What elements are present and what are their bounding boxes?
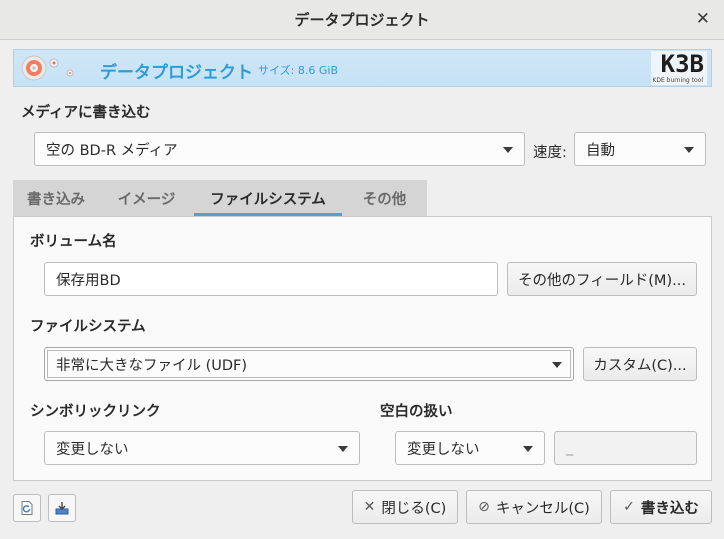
media-select[interactable]: 空の BD-R メディア xyxy=(34,132,525,166)
more-fields-button[interactable]: その他のフィールド(M)... xyxy=(507,262,697,296)
filesystem-select[interactable]: 非常に大きなファイル (UDF) xyxy=(44,347,574,381)
whitespace-heading: 空白の扱い xyxy=(380,404,453,420)
chevron-down-icon xyxy=(684,147,694,153)
burn-button-label: 書き込む xyxy=(640,500,699,517)
logo-text: K3B xyxy=(660,50,704,78)
chevron-down-icon xyxy=(338,446,348,452)
tab-image[interactable]: イメージ xyxy=(99,180,194,216)
save-defaults-button[interactable] xyxy=(48,494,76,522)
tab-bar: 書き込み イメージ ファイルシステム その他 xyxy=(13,180,427,216)
close-button[interactable]: ✕ 閉じる(C) xyxy=(352,490,458,524)
chevron-down-icon xyxy=(552,362,562,368)
burn-media-heading: メディアに書き込む xyxy=(21,105,151,121)
speed-select[interactable]: 自動 xyxy=(574,132,706,166)
reload-document-icon xyxy=(21,501,33,515)
project-size: サイズ: 8.6 GiB xyxy=(258,64,338,77)
chevron-down-icon xyxy=(523,446,533,452)
speed-label: 速度: xyxy=(533,145,567,161)
tab-write[interactable]: 書き込み xyxy=(13,180,99,216)
cancel-button-label: キャンセル(C) xyxy=(495,500,590,517)
title-bar: データプロジェクト ✕ xyxy=(0,0,724,40)
volume-name-input[interactable]: 保存用BD xyxy=(44,262,498,296)
filesystem-heading: ファイルシステム xyxy=(30,319,146,335)
save-icon xyxy=(55,502,69,515)
close-button-label: 閉じる(C) xyxy=(381,500,447,517)
whitespace-select[interactable]: 変更しない xyxy=(395,431,545,465)
close-icon[interactable]: ✕ xyxy=(696,9,710,29)
tab-filesystem[interactable]: ファイルシステム xyxy=(194,180,342,216)
tab-misc[interactable]: その他 xyxy=(342,180,427,216)
filesystem-select-value: 非常に大きなファイル (UDF) xyxy=(56,357,248,374)
cancel-icon: ⊘ xyxy=(478,499,490,515)
whitespace-select-value: 変更しない xyxy=(407,441,480,458)
speed-select-value: 自動 xyxy=(586,142,615,159)
window-title: データプロジェクト xyxy=(294,11,430,29)
chevron-down-icon xyxy=(503,147,513,153)
volume-name-heading: ボリューム名 xyxy=(30,234,117,250)
logo-tagline: KDE burning tool xyxy=(652,77,703,84)
whitespace-replace-value: _ xyxy=(566,440,574,456)
whitespace-replace-input[interactable]: _ xyxy=(554,431,697,465)
burn-button[interactable]: ✓ 書き込む xyxy=(610,490,712,524)
project-banner: データプロジェクト サイズ: 8.6 GiB K3B KDE burning t… xyxy=(13,49,712,87)
close-icon: ✕ xyxy=(363,499,376,515)
filesystem-panel: ボリューム名 保存用BD その他のフィールド(M)... ファイルシステム 非常… xyxy=(13,216,712,481)
custom-button[interactable]: カスタム(C)... xyxy=(583,347,697,381)
checkmark-icon: ✓ xyxy=(623,499,635,515)
load-defaults-button[interactable] xyxy=(13,494,41,522)
media-select-value: 空の BD-R メディア xyxy=(46,142,178,159)
symlink-select[interactable]: 変更しない xyxy=(44,431,360,465)
project-title: データプロジェクト xyxy=(100,63,253,83)
volume-name-value: 保存用BD xyxy=(56,272,121,289)
disc-icon xyxy=(21,55,74,81)
cancel-button[interactable]: ⊘ キャンセル(C) xyxy=(466,490,602,524)
symlink-heading: シンボリックリンク xyxy=(30,404,161,420)
k3b-logo: K3B KDE burning tool xyxy=(651,51,707,85)
symlink-select-value: 変更しない xyxy=(56,441,129,458)
